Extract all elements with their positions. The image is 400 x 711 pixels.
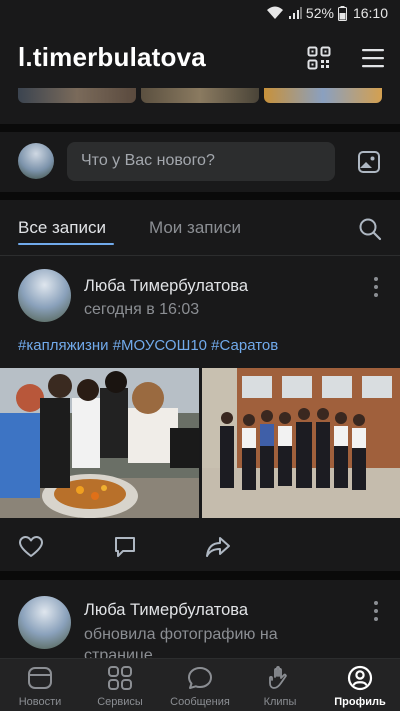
like-icon[interactable]: [18, 534, 44, 560]
strip-photo[interactable]: [141, 88, 259, 103]
services-icon: [108, 666, 132, 690]
nav-item-messages[interactable]: Сообщения: [160, 659, 240, 711]
post-author[interactable]: Люба Тимербулатова: [84, 601, 248, 620]
app-header: l.timerbulatova: [0, 28, 400, 88]
post-action-text: обновила фотографию на странице: [84, 626, 278, 660]
menu-icon[interactable]: [362, 48, 384, 68]
group-photo-image: [202, 368, 400, 518]
nav-item-news[interactable]: Новости: [0, 659, 80, 711]
bottom-navigation: Новости Сервисы Сообщения Клипы Профиль: [0, 658, 400, 711]
avatar[interactable]: [18, 269, 71, 322]
post-composer: Что у Вас нового?: [0, 132, 400, 192]
photo-icon[interactable]: [357, 150, 381, 174]
active-tab-indicator: [18, 243, 114, 245]
tab-my-posts[interactable]: Мои записи: [149, 218, 241, 238]
wall-tabs: Все записи Мои записи: [0, 200, 400, 256]
news-icon: [28, 667, 52, 689]
messages-icon: [188, 667, 212, 689]
nav-label: Сервисы: [97, 696, 143, 708]
post-author[interactable]: Люба Тимербулатова: [84, 277, 248, 296]
qr-code-icon[interactable]: [307, 46, 331, 70]
wall-post: Люба Тимербулатова сегодня в 16:03 #капл…: [0, 256, 400, 571]
strip-photo[interactable]: [264, 88, 382, 103]
wall-post: Люба Тимербулатова обновила фотографию н…: [0, 580, 400, 660]
nav-item-services[interactable]: Сервисы: [80, 659, 160, 711]
composer-input[interactable]: Что у Вас нового?: [67, 142, 335, 181]
avatar[interactable]: [18, 596, 71, 649]
group-photo-image: [0, 368, 199, 518]
clock: 16:10: [352, 5, 388, 21]
profile-username: l.timerbulatova: [18, 42, 206, 72]
wifi-icon: [266, 6, 283, 19]
nav-label: Новости: [18, 696, 62, 708]
post-hashtags[interactable]: #капляжизни #МОУСОШ10 #Саратов: [18, 337, 278, 354]
avatar[interactable]: [18, 143, 54, 179]
more-options-icon[interactable]: [366, 599, 386, 623]
nav-item-profile[interactable]: Профиль: [320, 659, 400, 711]
battery-percent: 52%: [305, 5, 334, 21]
profile-icon: [347, 665, 373, 691]
status-indicators: 52% 16:10: [266, 5, 388, 21]
post-photo[interactable]: [202, 368, 400, 518]
tab-all-posts[interactable]: Все записи: [18, 218, 106, 238]
post-photo[interactable]: [0, 368, 199, 518]
comment-icon[interactable]: [112, 534, 138, 560]
nav-label: Клипы: [263, 696, 297, 708]
share-icon[interactable]: [205, 534, 231, 560]
search-icon[interactable]: [358, 217, 382, 241]
clips-icon: [269, 665, 287, 689]
signal-icon: [288, 7, 302, 19]
profile-photo-strip: [0, 88, 400, 124]
nav-label: Профиль: [334, 696, 386, 708]
strip-photo[interactable]: [18, 88, 136, 103]
post-actions: [0, 532, 400, 562]
nav-item-clips[interactable]: Клипы: [240, 659, 320, 711]
post-timestamp: сегодня в 16:03: [84, 301, 200, 318]
nav-label: Сообщения: [170, 696, 230, 708]
status-bar: 52% 16:10: [0, 0, 400, 28]
more-options-icon[interactable]: [366, 275, 386, 299]
battery-icon: [337, 5, 347, 21]
